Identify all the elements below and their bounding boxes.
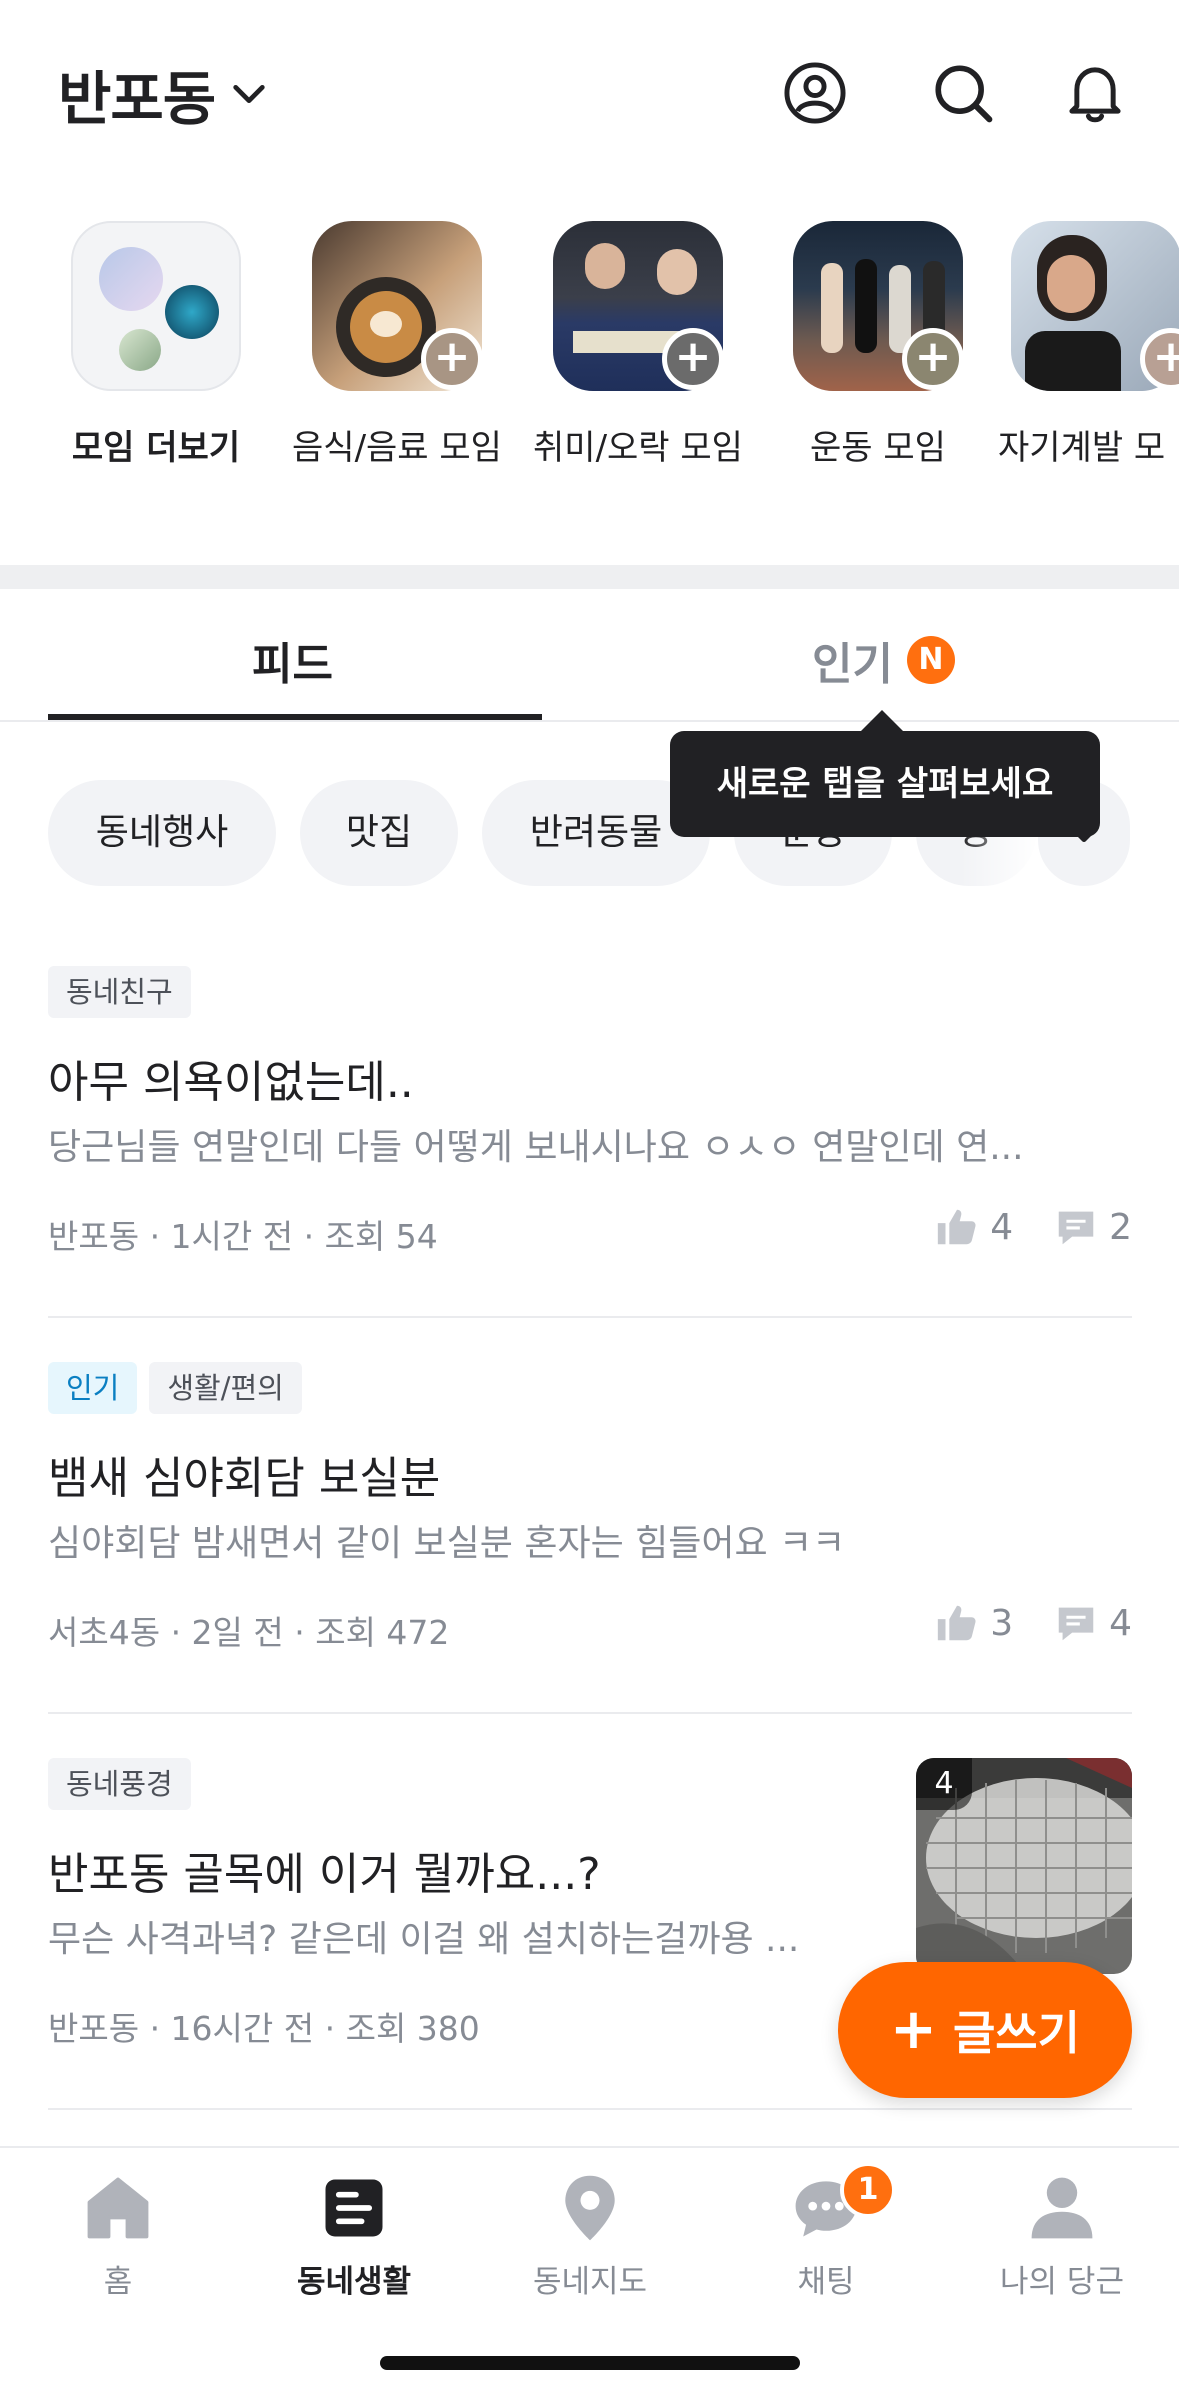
feed-tabs: 피드 인기 N <box>0 590 1179 722</box>
post-divider <box>48 1316 1132 1318</box>
image-count-badge: 4 <box>916 1758 972 1810</box>
popular-badge: 인기 <box>48 1362 138 1414</box>
category-badge: 동네친구 <box>48 966 191 1018</box>
plus-icon: + <box>890 1997 937 2062</box>
like-count: 4 <box>990 1206 1014 1248</box>
community-icon <box>325 2179 383 2237</box>
tab-popular-label: 인기 <box>812 639 893 690</box>
nav-label: 나의 당근 <box>1000 2264 1124 2300</box>
tab-popular[interactable]: 인기 N <box>812 628 955 692</box>
meetup-more-thumbnail <box>71 221 241 391</box>
nav-home[interactable]: 홈 <box>0 2170 236 2301</box>
category-badge: 생활/편의 <box>149 1362 302 1414</box>
post-body: 무슨 사격과녁? 같은데 이걸 왜 설치하는걸까용 ... <box>48 1919 800 1960</box>
bell-icon[interactable] <box>1062 60 1128 126</box>
feed-post[interactable]: 인기 생활/편의 뱀새 심야회담 보실분 심야회담 밤새면서 같이 보실분 혼자… <box>48 1362 1132 1662</box>
nav-label: 동네지도 <box>532 2264 648 2300</box>
add-icon: + <box>662 328 724 390</box>
write-post-button[interactable]: + 글쓰기 <box>838 1962 1132 2098</box>
nav-label: 홈 <box>103 2264 133 2300</box>
meetup-food[interactable]: + 음식/음료 모임 <box>277 216 517 476</box>
category-badge: 동네풍경 <box>48 1758 191 1810</box>
post-title: 뱀새 심야회담 보실분 <box>48 1453 441 1504</box>
meetup-exercise[interactable]: + 운동 모임 <box>758 216 998 476</box>
unread-chat-badge: 1 <box>840 2162 896 2218</box>
meetup-label: 취미/오락 모임 <box>533 428 743 468</box>
meetup-self-development[interactable]: + 자기계발 모 <box>998 216 1179 476</box>
meetup-more[interactable]: 모임 더보기 <box>36 216 276 476</box>
nav-label: 동네생활 <box>296 2264 412 2300</box>
post-meta: 반포동 · 16시간 전 · 조회 380 <box>48 2009 480 2048</box>
post-badges: 인기 생활/편의 <box>48 1362 302 1414</box>
meetup-hobby[interactable]: + 취미/오락 모임 <box>518 216 758 476</box>
write-post-label: 글쓰기 <box>952 2006 1080 2060</box>
post-title: 아무 의욕이없는데.. <box>48 1057 414 1108</box>
nav-label: 채팅 <box>797 2264 855 2300</box>
profile-icon[interactable] <box>782 60 848 126</box>
comment-icon <box>1058 1211 1094 1245</box>
post-stats: 4 2 <box>934 1204 1132 1250</box>
new-badge: N <box>906 636 955 684</box>
person-icon <box>1031 2177 1093 2239</box>
chevron-down-icon <box>233 85 265 103</box>
post-title: 반포동 골목에 이거 뭘까요...? <box>48 1849 601 1900</box>
comment-icon <box>1058 1607 1094 1641</box>
like-count: 3 <box>990 1602 1014 1644</box>
post-badges: 동네풍경 <box>48 1758 191 1810</box>
active-tab-indicator <box>48 714 542 720</box>
comment-count: 2 <box>1109 1206 1132 1248</box>
post-body: 당근님들 연말인데 다들 어떻게 보내시나요 ㅇㅅㅇ 연말인데 연... <box>48 1127 1024 1168</box>
post-meta: 반포동 · 1시간 전 · 조회 54 <box>48 1217 438 1256</box>
thumbs-up-icon <box>938 1209 976 1245</box>
meetup-label: 모임 더보기 <box>71 428 241 468</box>
nav-chat[interactable]: 1 채팅 <box>708 2162 944 2301</box>
nav-community[interactable]: 동네생활 <box>236 2170 472 2301</box>
section-divider <box>0 565 1179 589</box>
search-icon[interactable] <box>930 60 996 126</box>
thumbs-up-icon <box>938 1605 976 1641</box>
meetup-category-carousel[interactable]: 모임 더보기 + 음식/음료 모임 + 취미/오락 모임 + 운동 모임 + 자… <box>0 216 1179 476</box>
post-body: 심야회담 밤새면서 같이 보실분 혼자는 힘들어요 ㅋㅋ <box>48 1523 846 1564</box>
post-divider <box>48 2108 1132 2110</box>
chip-restaurants[interactable]: 맛집 <box>300 780 458 886</box>
nav-map[interactable]: 동네지도 <box>472 2170 708 2301</box>
meetup-label: 운동 모임 <box>810 428 946 468</box>
meetup-label: 음식/음료 모임 <box>292 428 502 468</box>
home-icon <box>87 2177 149 2239</box>
post-stats: 3 4 <box>934 1600 1132 1646</box>
tab-feed[interactable]: 피드 <box>252 628 333 692</box>
top-bar: 반포동 <box>0 0 1179 190</box>
tooltip-arrow <box>860 710 904 732</box>
new-tab-tooltip[interactable]: 새로운 탭을 살펴보세요 <box>670 731 1100 837</box>
post-divider <box>48 1712 1132 1714</box>
location-name: 반포동 <box>58 65 216 133</box>
map-pin-icon <box>565 2175 615 2241</box>
post-badges: 동네친구 <box>48 966 191 1018</box>
home-indicator <box>380 2356 800 2370</box>
comment-count: 4 <box>1109 1602 1132 1644</box>
chip-local-events[interactable]: 동네행사 <box>48 780 276 886</box>
post-thumbnail: 4 <box>916 1758 1132 1974</box>
meetup-label: 자기계발 모 <box>998 428 1166 468</box>
nav-my-carrot[interactable]: 나의 당근 <box>944 2170 1179 2301</box>
post-meta: 서초4동 · 2일 전 · 조회 472 <box>48 1613 450 1652</box>
location-selector[interactable]: 반포동 <box>58 52 269 136</box>
add-icon: + <box>902 328 964 390</box>
screen: 반포동 모임 더보기 + 음식/음료 모임 + 취미/오락 모임 + 운동 모임… <box>0 0 1179 2396</box>
add-icon: + <box>421 328 483 390</box>
feed-post[interactable]: 동네친구 아무 의욕이없는데.. 당근님들 연말인데 다들 어떻게 보내시나요 … <box>48 966 1132 1266</box>
